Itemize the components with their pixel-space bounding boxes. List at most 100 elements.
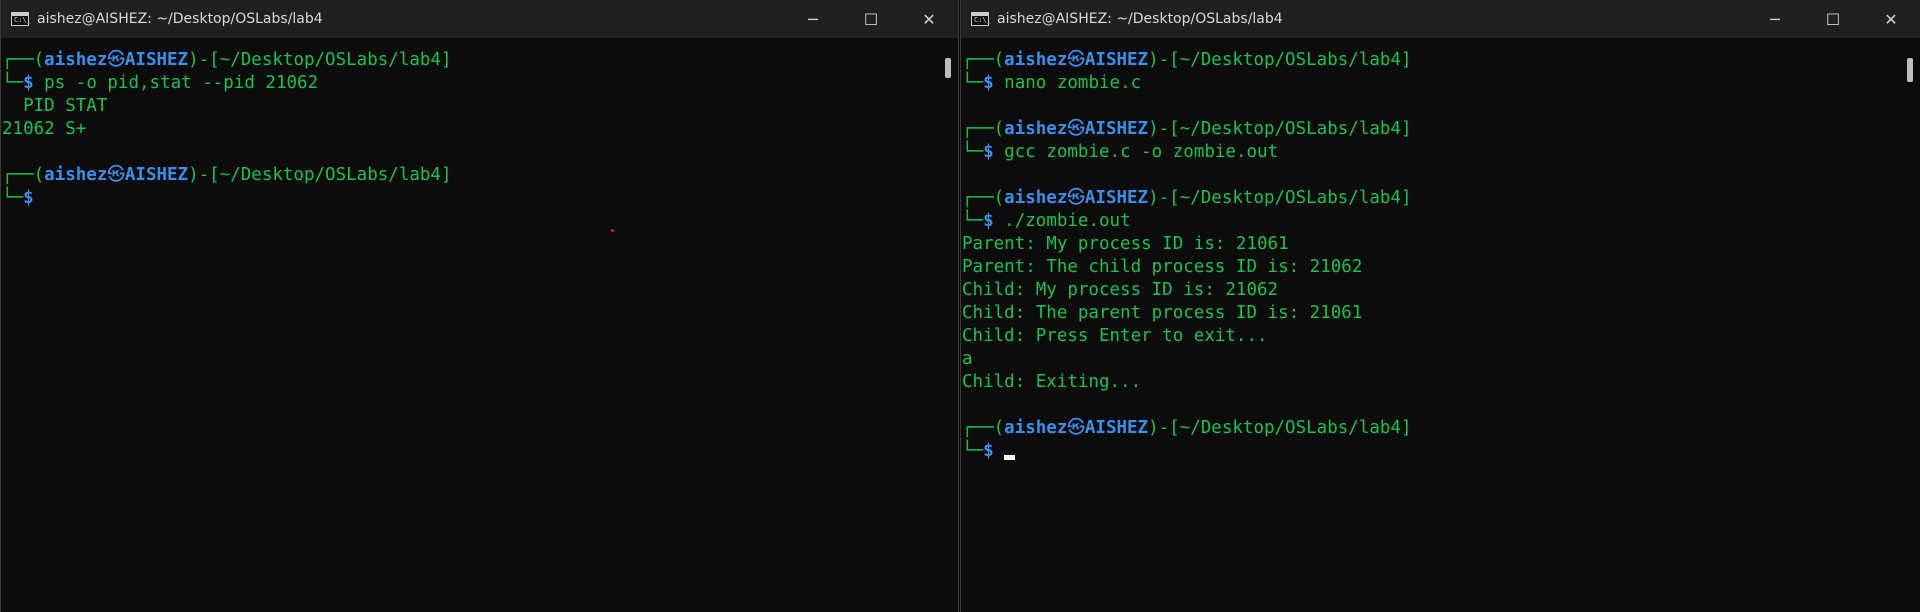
minimize-icon: ─ — [1770, 9, 1780, 29]
output-line: Child: Press Enter to exit... — [962, 325, 1268, 348]
output-line: PID STAT — [2, 95, 107, 118]
scrollbar[interactable] — [1903, 38, 1917, 612]
minimize-button[interactable]: ─ — [784, 0, 842, 38]
prompt-host: AISHEZ — [1084, 188, 1149, 208]
prompt-bracket: ] — [440, 165, 452, 185]
prompt-host: AISHEZ — [1084, 50, 1149, 70]
prompt-corner: └─ — [962, 142, 984, 162]
maximize-icon: ☐ — [1825, 9, 1841, 29]
minimize-icon: ─ — [808, 9, 818, 29]
output-line: 21062 S+ — [2, 118, 86, 141]
terminal-window-right[interactable]: C:\_ aishez@AISHEZ: ~/Desktop/OSLabs/lab… — [960, 0, 1920, 612]
output-text: Child: Exiting... — [962, 372, 1142, 392]
output-text: Child: Press Enter to exit... — [962, 326, 1268, 346]
command-line: └─$ — [962, 440, 1016, 463]
scrollbar-thumb[interactable] — [1907, 58, 1913, 82]
scrollbar-thumb[interactable] — [945, 58, 951, 78]
command-line: └─$ nano zombie.c — [962, 72, 1141, 95]
output-line: Child: The parent process ID is: 21061 — [962, 302, 1362, 325]
terminal-output[interactable]: ┌──(aishez㉿AISHEZ)-[~/Desktop/OSLabs/lab… — [1, 38, 958, 612]
output-line: Parent: The child process ID is: 21062 — [962, 256, 1362, 279]
command-text: nano zombie.c — [1004, 73, 1142, 93]
text-cursor — [1004, 455, 1016, 460]
prompt-corner: ┌──( — [962, 119, 1005, 139]
command-line: └─$ — [2, 187, 44, 210]
prompt-corner: ┌──( — [962, 188, 1005, 208]
prompt-bracket: ] — [1400, 188, 1412, 208]
skull-icon: ㉿ — [1067, 188, 1085, 208]
prompt-dollar: $ — [23, 188, 34, 208]
close-icon: ✕ — [922, 9, 936, 29]
prompt-user: aishez — [1004, 418, 1068, 438]
red-dot — [611, 229, 614, 232]
scrollbar[interactable] — [941, 38, 955, 612]
close-button[interactable]: ✕ — [900, 0, 958, 38]
prompt-user: aishez — [44, 50, 108, 70]
skull-icon: ㉿ — [1067, 418, 1085, 438]
output-text: Parent: The child process ID is: 21062 — [962, 257, 1363, 277]
prompt-line: ┌──(aishez㉿AISHEZ)-[~/Desktop/OSLabs/lab… — [962, 417, 1412, 440]
window-title: aishez@AISHEZ: ~/Desktop/OSLabs/lab4 — [37, 11, 323, 27]
prompt-bracket: ] — [1400, 50, 1412, 70]
prompt-user: aishez — [1004, 119, 1068, 139]
prompt-user: aishez — [1004, 188, 1068, 208]
terminal-icon: C:\_ — [11, 12, 31, 26]
prompt-corner: ┌──( — [962, 50, 1005, 70]
skull-icon: ㉿ — [107, 50, 125, 70]
output-line: Parent: My process ID is: 21061 — [962, 233, 1289, 256]
prompt-dollar: $ — [983, 211, 994, 231]
prompt-bracket: )-[ — [1148, 418, 1180, 438]
command-text: ./zombie.out — [1004, 211, 1131, 231]
minimize-button[interactable]: ─ — [1746, 0, 1804, 38]
terminal-output[interactable]: ┌──(aishez㉿AISHEZ)-[~/Desktop/OSLabs/lab… — [961, 38, 1920, 612]
command-text: ps -o pid,stat --pid 21062 — [44, 73, 319, 93]
prompt-bracket: ] — [1400, 418, 1412, 438]
prompt-bracket: )-[ — [188, 165, 220, 185]
close-button[interactable]: ✕ — [1862, 0, 1920, 38]
prompt-line: ┌──(aishez㉿AISHEZ)-[~/Desktop/OSLabs/lab… — [2, 49, 452, 72]
prompt-host: AISHEZ — [1084, 119, 1149, 139]
prompt-dollar: $ — [983, 142, 994, 162]
prompt-corner: └─ — [962, 441, 984, 461]
skull-icon: ㉿ — [1067, 50, 1085, 70]
title-bar[interactable]: C:\_ aishez@AISHEZ: ~/Desktop/OSLabs/lab… — [961, 0, 1920, 38]
output-line: a — [962, 348, 973, 371]
prompt-host: AISHEZ — [1084, 418, 1149, 438]
prompt-path: ~/Desktop/OSLabs/lab4 — [1179, 119, 1401, 139]
window-title: aishez@AISHEZ: ~/Desktop/OSLabs/lab4 — [997, 11, 1283, 27]
output-text: Child: The parent process ID is: 21061 — [962, 303, 1363, 323]
prompt-line: ┌──(aishez㉿AISHEZ)-[~/Desktop/OSLabs/lab… — [962, 187, 1412, 210]
prompt-path: ~/Desktop/OSLabs/lab4 — [1179, 418, 1401, 438]
prompt-user: aishez — [1004, 50, 1068, 70]
prompt-path: ~/Desktop/OSLabs/lab4 — [219, 165, 441, 185]
output-text: PID STAT — [2, 96, 108, 116]
terminal-icon: C:\_ — [971, 12, 991, 26]
prompt-bracket: )-[ — [1148, 188, 1180, 208]
prompt-corner: ┌──( — [2, 165, 45, 185]
prompt-path: ~/Desktop/OSLabs/lab4 — [219, 50, 441, 70]
prompt-bracket: )-[ — [1148, 50, 1180, 70]
terminal-window-left[interactable]: C:\_ aishez@AISHEZ: ~/Desktop/OSLabs/lab… — [0, 0, 959, 612]
output-line: Child: My process ID is: 21062 — [962, 279, 1278, 302]
prompt-bracket: )-[ — [1148, 119, 1180, 139]
maximize-button[interactable]: ☐ — [842, 0, 900, 38]
prompt-line: ┌──(aishez㉿AISHEZ)-[~/Desktop/OSLabs/lab… — [962, 49, 1412, 72]
prompt-bracket: ] — [1400, 119, 1412, 139]
prompt-path: ~/Desktop/OSLabs/lab4 — [1179, 188, 1401, 208]
prompt-host: AISHEZ — [124, 50, 189, 70]
maximize-button[interactable]: ☐ — [1804, 0, 1862, 38]
output-text: a — [962, 349, 973, 369]
prompt-dollar: $ — [23, 73, 34, 93]
command-text: gcc zombie.c -o zombie.out — [1004, 142, 1279, 162]
output-text: 21062 S+ — [2, 119, 87, 139]
prompt-corner: ┌──( — [962, 418, 1005, 438]
title-bar[interactable]: C:\_ aishez@AISHEZ: ~/Desktop/OSLabs/lab… — [1, 0, 958, 38]
prompt-path: ~/Desktop/OSLabs/lab4 — [1179, 50, 1401, 70]
prompt-dollar: $ — [983, 73, 994, 93]
prompt-user: aishez — [44, 165, 108, 185]
command-line: └─$ gcc zombie.c -o zombie.out — [962, 141, 1278, 164]
prompt-dollar: $ — [983, 441, 994, 461]
prompt-corner: └─ — [2, 73, 24, 93]
prompt-corner: └─ — [962, 73, 984, 93]
prompt-host: AISHEZ — [124, 165, 189, 185]
